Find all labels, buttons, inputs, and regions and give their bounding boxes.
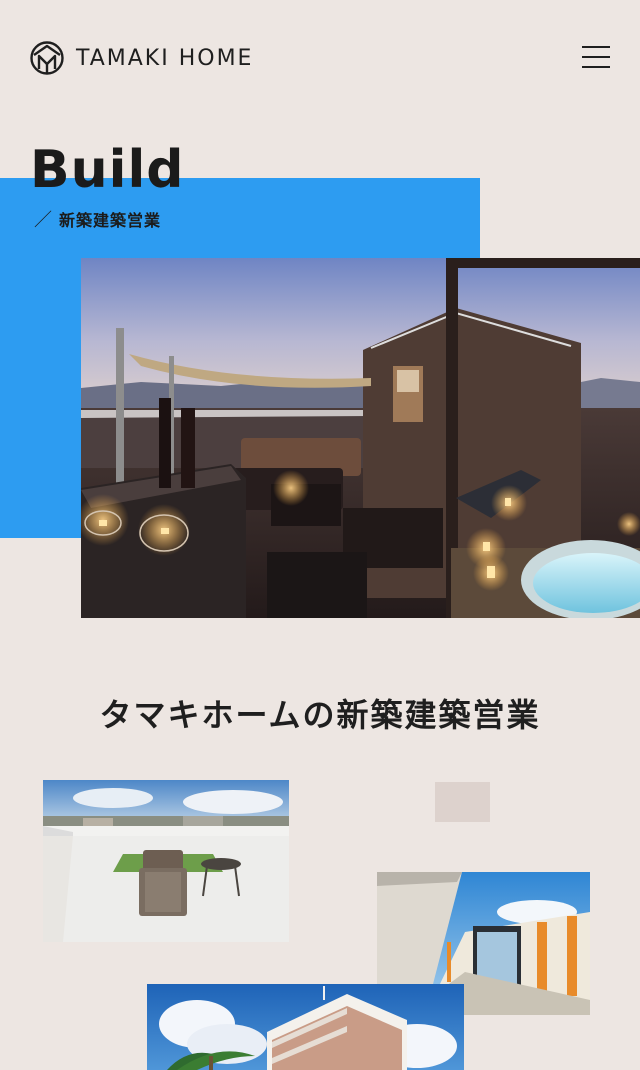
subtitle-slash: ／ — [34, 210, 53, 231]
menu-line — [582, 66, 610, 68]
menu-line — [582, 56, 610, 58]
section-title: タマキホームの新築建築営業 — [99, 696, 541, 734]
hero-photo-rooftop-terrace — [81, 258, 640, 618]
page-subtitle: ／ 新築建築営業 — [34, 206, 161, 232]
hamburger-menu-icon[interactable] — [580, 44, 612, 72]
image-placeholder — [435, 782, 490, 822]
logo-text: TAMAKI HOME — [76, 45, 254, 71]
building-photo — [147, 984, 464, 1070]
page-title: Build — [30, 140, 185, 200]
site-header: TAMAKI HOME — [0, 0, 640, 116]
rooftop-terrace-photo — [43, 780, 289, 942]
photo-building — [147, 984, 464, 1070]
photo-rooftop-terrace — [43, 780, 289, 942]
rooftop-terrace-image — [81, 258, 640, 618]
site-logo[interactable]: TAMAKI HOME — [30, 40, 253, 76]
tamaki-home-logo-icon — [30, 41, 64, 75]
menu-line — [582, 46, 610, 48]
subtitle-text: 新築建築営業 — [59, 211, 162, 230]
